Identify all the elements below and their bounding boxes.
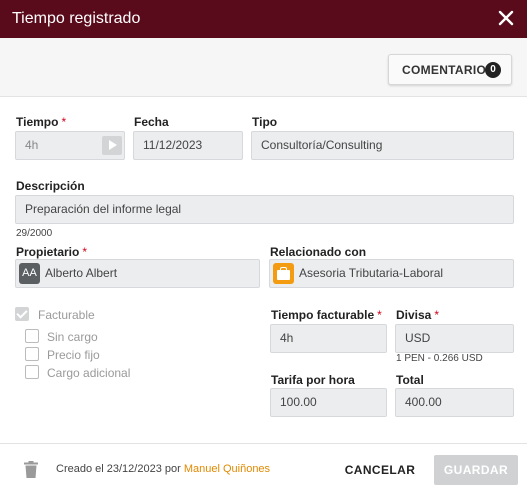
- divisa-label: Divisa *: [396, 308, 440, 322]
- dialog-toolbar: COMENTARIO 0: [0, 38, 527, 97]
- precio-fijo-checkbox[interactable]: [25, 347, 39, 361]
- cancel-button[interactable]: CANCELAR: [340, 455, 420, 485]
- trash-icon[interactable]: [24, 461, 38, 478]
- descripcion-field[interactable]: Preparación del informe legal: [15, 195, 514, 224]
- propietario-value: Alberto Albert: [45, 266, 118, 280]
- tiempo-label: Tiempo *: [16, 115, 67, 129]
- created-info: Creado el 23/12/2023 por Manuel Quiñones: [56, 463, 271, 475]
- dialog-header: Tiempo registrado: [0, 0, 527, 38]
- briefcase-icon: [273, 263, 294, 284]
- propietario-field[interactable]: AA Alberto Albert: [15, 259, 260, 288]
- sin-cargo-label: Sin cargo: [47, 330, 98, 344]
- tiempo-value: 4h: [25, 138, 39, 152]
- comment-button[interactable]: COMENTARIO 0: [388, 54, 512, 85]
- descripcion-label: Descripción: [16, 179, 85, 193]
- tiempo-facturable-field[interactable]: 4h: [270, 324, 387, 353]
- comment-button-label: COMENTARIO: [402, 63, 487, 77]
- dialog-title: Tiempo registrado: [12, 10, 141, 27]
- descripcion-counter: 29/2000: [16, 228, 53, 239]
- exchange-rate: 1 PEN - 0.266 USD: [396, 353, 483, 364]
- total-field: 400.00: [395, 388, 514, 417]
- facturable-label: Facturable: [38, 308, 95, 322]
- facturable-checkbox[interactable]: [15, 307, 29, 321]
- fecha-field[interactable]: 11/12/2023: [133, 131, 243, 160]
- tiempo-facturable-label: Tiempo facturable *: [271, 308, 382, 322]
- tarifa-label: Tarifa por hora: [271, 373, 355, 387]
- divisa-field[interactable]: USD: [395, 324, 514, 353]
- sin-cargo-checkbox[interactable]: [25, 329, 39, 343]
- relacionado-label: Relacionado con: [270, 245, 367, 259]
- cargo-adicional-checkbox[interactable]: [25, 365, 39, 379]
- created-by-user-link[interactable]: Manuel Quiñones: [184, 463, 270, 475]
- cargo-adicional-label: Cargo adicional: [47, 366, 131, 380]
- relacionado-value: Asesoria Tributaria-Laboral: [299, 266, 444, 280]
- precio-fijo-label: Precio fijo: [47, 348, 100, 362]
- play-timer-icon[interactable]: [102, 136, 122, 155]
- avatar: AA: [19, 263, 40, 284]
- comment-count-badge: 0: [485, 62, 501, 78]
- tipo-label: Tipo: [252, 115, 278, 129]
- fecha-label: Fecha: [134, 115, 169, 129]
- tipo-field[interactable]: Consultoría/Consulting: [251, 131, 514, 160]
- total-label: Total: [396, 373, 424, 387]
- dialog-footer: Creado el 23/12/2023 por Manuel Quiñones…: [0, 443, 527, 487]
- close-icon[interactable]: [493, 5, 519, 31]
- tiempo-field[interactable]: 4h: [15, 131, 125, 160]
- propietario-label: Propietario *: [16, 245, 88, 259]
- tarifa-field[interactable]: 100.00: [270, 388, 387, 417]
- save-button[interactable]: GUARDAR: [434, 455, 518, 485]
- relacionado-field[interactable]: Asesoria Tributaria-Laboral: [269, 259, 514, 288]
